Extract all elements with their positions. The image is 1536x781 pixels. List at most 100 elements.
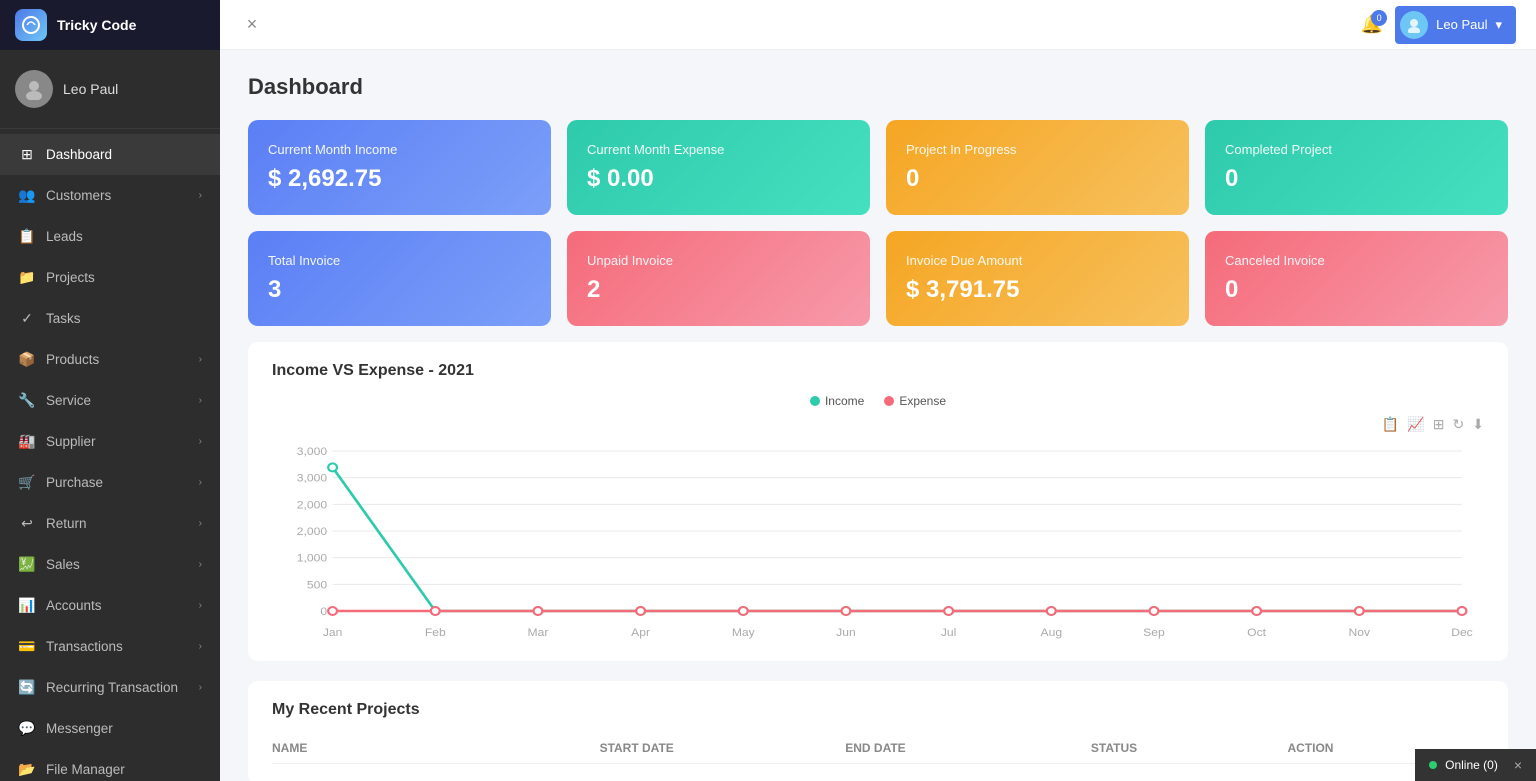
- chart-tool-refresh[interactable]: ↻: [1453, 416, 1465, 433]
- customers-icon: 👥: [18, 187, 36, 204]
- sidebar-item-recurring-transaction[interactable]: 🔄 Recurring Transaction ›: [0, 667, 220, 708]
- chart-section: Income VS Expense - 2021 Income Expense …: [248, 342, 1508, 661]
- projects-section-title: My Recent Projects: [272, 701, 1484, 719]
- service-icon: 🔧: [18, 392, 36, 409]
- sidebar-item-products[interactable]: 📦 Products ›: [0, 339, 220, 380]
- sidebar-item-service[interactable]: 🔧 Service ›: [0, 380, 220, 421]
- sidebar-item-return[interactable]: ↩ Return ›: [0, 503, 220, 544]
- svg-text:2,000: 2,000: [297, 526, 327, 537]
- sidebar-item-customers[interactable]: 👥 Customers ›: [0, 175, 220, 216]
- stat-value-invoice-due-amount: $ 3,791.75: [906, 276, 1169, 304]
- sidebar-user: Leo Paul: [0, 50, 220, 129]
- recurring-transaction-label: Recurring Transaction: [46, 680, 178, 695]
- sidebar-item-file-manager[interactable]: 📂 File Manager: [0, 749, 220, 781]
- svg-text:1,000: 1,000: [297, 553, 327, 564]
- notification-button[interactable]: 🔔 0: [1361, 14, 1383, 35]
- tasks-icon: ✓: [18, 310, 36, 327]
- chevron-icon: ›: [199, 600, 202, 611]
- sidebar-item-transactions[interactable]: 💳 Transactions ›: [0, 626, 220, 667]
- sidebar-item-tasks[interactable]: ✓ Tasks: [0, 298, 220, 339]
- col-header-end-date: End Date: [845, 741, 1091, 755]
- svg-text:2,000: 2,000: [297, 500, 327, 511]
- svg-text:3,000: 3,000: [297, 473, 327, 484]
- sidebar-username: Leo Paul: [63, 81, 118, 97]
- chart-tool-download[interactable]: ⬇: [1472, 416, 1484, 433]
- stat-label-invoice-due-amount: Invoice Due Amount: [906, 253, 1169, 268]
- stats-row-1: Current Month Income $ 2,692.75 Current …: [248, 120, 1508, 215]
- svg-text:Feb: Feb: [425, 627, 446, 638]
- stat-value-canceled-invoice: 0: [1225, 276, 1488, 304]
- col-header-status: Status: [1091, 741, 1288, 755]
- topbar-right: 🔔 0 Leo Paul ▾: [1361, 6, 1516, 44]
- sidebar-item-purchase[interactable]: 🛒 Purchase ›: [0, 462, 220, 503]
- content-area: Dashboard Current Month Income $ 2,692.7…: [220, 50, 1536, 781]
- stat-value-completed-project: 0: [1225, 165, 1488, 193]
- user-avatar: [1400, 11, 1428, 39]
- stat-card-project-in-progress: Project In Progress 0: [886, 120, 1189, 215]
- svg-text:0: 0: [320, 606, 327, 617]
- user-chevron-icon: ▾: [1495, 17, 1502, 33]
- nav-item-left: 🛒 Purchase: [18, 474, 103, 491]
- online-close-button[interactable]: ×: [1514, 757, 1522, 773]
- nav-item-left: ✓ Tasks: [18, 310, 81, 327]
- online-label: Online (0): [1445, 758, 1498, 772]
- stat-card-canceled-invoice: Canceled Invoice 0: [1205, 231, 1508, 326]
- sidebar-item-dashboard[interactable]: ⊞ Dashboard: [0, 134, 220, 175]
- stat-label-unpaid-invoice: Unpaid Invoice: [587, 253, 850, 268]
- customers-label: Customers: [46, 188, 111, 203]
- notification-badge: 0: [1371, 10, 1387, 26]
- projects-label: Projects: [46, 270, 95, 285]
- stat-value-total-invoice: 3: [268, 276, 531, 304]
- tasks-label: Tasks: [46, 311, 81, 326]
- products-icon: 📦: [18, 351, 36, 368]
- sidebar-item-projects[interactable]: 📁 Projects: [0, 257, 220, 298]
- sidebar-item-sales[interactable]: 💹 Sales ›: [0, 544, 220, 585]
- sidebar-nav: ⊞ Dashboard 👥 Customers › 📋 Leads 📁 Proj…: [0, 129, 220, 781]
- main-area: × 🔔 0 Leo Paul ▾ Dashboard Current Month…: [220, 0, 1536, 781]
- stat-label-canceled-invoice: Canceled Invoice: [1225, 253, 1488, 268]
- online-indicator: [1429, 761, 1437, 769]
- svg-text:Aug: Aug: [1041, 627, 1063, 638]
- chart-tool-table[interactable]: 📋: [1382, 416, 1399, 433]
- app-brand: Tricky Code: [57, 17, 136, 33]
- stat-label-current-month-expense: Current Month Expense: [587, 142, 850, 157]
- purchase-label: Purchase: [46, 475, 103, 490]
- stat-value-unpaid-invoice: 2: [587, 276, 850, 304]
- chart-tool-grid[interactable]: ⊞: [1433, 416, 1445, 433]
- transactions-label: Transactions: [46, 639, 123, 654]
- stat-card-total-invoice: Total Invoice 3: [248, 231, 551, 326]
- file-manager-label: File Manager: [46, 762, 125, 777]
- accounts-icon: 📊: [18, 597, 36, 614]
- stat-label-total-invoice: Total Invoice: [268, 253, 531, 268]
- service-label: Service: [46, 393, 91, 408]
- svg-text:500: 500: [307, 580, 327, 591]
- sidebar-header: Tricky Code: [0, 0, 220, 50]
- chart-legend: Income Expense: [272, 394, 1484, 408]
- supplier-label: Supplier: [46, 434, 96, 449]
- chevron-icon: ›: [199, 395, 202, 406]
- income-dot: [810, 396, 820, 406]
- stat-label-completed-project: Completed Project: [1225, 142, 1488, 157]
- chart-container: 3,0003,0002,0002,0001,0005000JanFebMarAp…: [272, 441, 1484, 641]
- dashboard-icon: ⊞: [18, 146, 36, 163]
- app-logo: [15, 9, 47, 41]
- close-button[interactable]: ×: [240, 13, 264, 37]
- supplier-icon: 🏭: [18, 433, 36, 450]
- stat-card-current-month-expense: Current Month Expense $ 0.00: [567, 120, 870, 215]
- sidebar-item-supplier[interactable]: 🏭 Supplier ›: [0, 421, 220, 462]
- sales-label: Sales: [46, 557, 80, 572]
- nav-item-left: 💳 Transactions: [18, 638, 123, 655]
- recurring-transaction-icon: 🔄: [18, 679, 36, 696]
- projects-icon: 📁: [18, 269, 36, 286]
- chart-tool-bar[interactable]: 📈: [1407, 416, 1424, 433]
- sidebar-item-leads[interactable]: 📋 Leads: [0, 216, 220, 257]
- stat-value-current-month-expense: $ 0.00: [587, 165, 850, 193]
- sidebar-item-messenger[interactable]: 💬 Messenger: [0, 708, 220, 749]
- nav-item-left: 🏭 Supplier: [18, 433, 96, 450]
- topbar: × 🔔 0 Leo Paul ▾: [220, 0, 1536, 50]
- dashboard-label: Dashboard: [46, 147, 112, 162]
- user-menu-button[interactable]: Leo Paul ▾: [1395, 6, 1516, 44]
- sidebar-item-accounts[interactable]: 📊 Accounts ›: [0, 585, 220, 626]
- page-title: Dashboard: [248, 74, 1508, 100]
- nav-item-left: 🔧 Service: [18, 392, 91, 409]
